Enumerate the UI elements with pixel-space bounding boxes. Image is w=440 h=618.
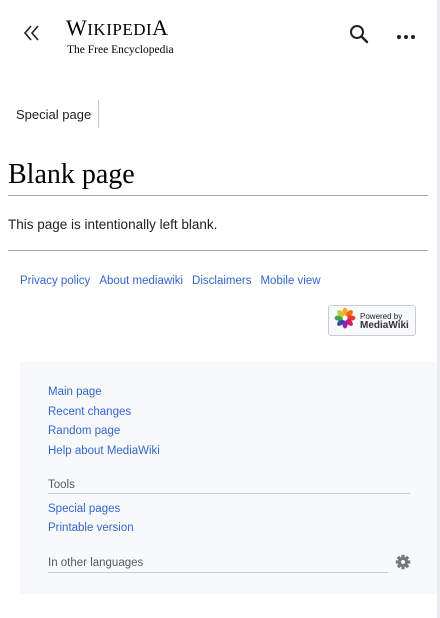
page-tabs: Special page [0,100,437,130]
tool-link-special-pages[interactable]: Special pages [48,501,120,517]
search-icon [349,24,369,49]
wordmark: WIKIPEDIA [66,15,169,40]
title-divider [8,195,428,196]
page-title: Blank page [8,159,135,190]
page-body-text: This page is intentionally left blank. [8,217,218,232]
tools-divider [48,493,410,494]
powered-by-text: Powered by MediaWiki [360,312,409,331]
more-options-button[interactable] [392,22,420,50]
nav-link-recent-changes[interactable]: Recent changes [48,404,131,420]
footer-links: Privacy policy About mediawiki Disclaimers… [20,273,330,289]
collapse-menu-button[interactable] [18,20,46,50]
site-logo[interactable]: WIKIPEDIA The Free Encyclopedia [66,16,188,57]
gear-icon [395,554,411,575]
nav-link-random-page[interactable]: Random page [48,423,120,439]
language-settings-button[interactable] [394,554,412,575]
footer-link-mobile-view[interactable]: Mobile view [260,275,320,287]
search-button[interactable] [345,22,373,50]
languages-divider [48,572,388,573]
footer-link-about[interactable]: About mediawiki [99,275,183,287]
tagline: The Free Encyclopedia [67,44,174,56]
tools-heading: Tools [48,479,75,491]
languages-heading: In other languages [48,557,144,569]
nav-link-help[interactable]: Help about MediaWiki [48,443,160,459]
tab-special-page[interactable]: Special page [16,105,91,125]
content-divider [8,250,428,251]
footer-link-disclaimers[interactable]: Disclaimers [192,275,251,287]
header: WIKIPEDIA The Free Encyclopedia [0,0,437,70]
double-chevron-left-icon [23,24,41,47]
footer-link-privacy-policy[interactable]: Privacy policy [20,275,90,287]
tool-link-printable-version[interactable]: Printable version [48,520,134,536]
powered-by-mediawiki-badge[interactable]: Powered by MediaWiki [328,305,416,336]
ellipsis-icon [396,27,416,45]
mediawiki-flower-icon [334,307,356,334]
tab-divider [98,100,99,128]
nav-link-main-page[interactable]: Main page [48,384,102,400]
mediawiki-line: MediaWiki [360,319,409,331]
